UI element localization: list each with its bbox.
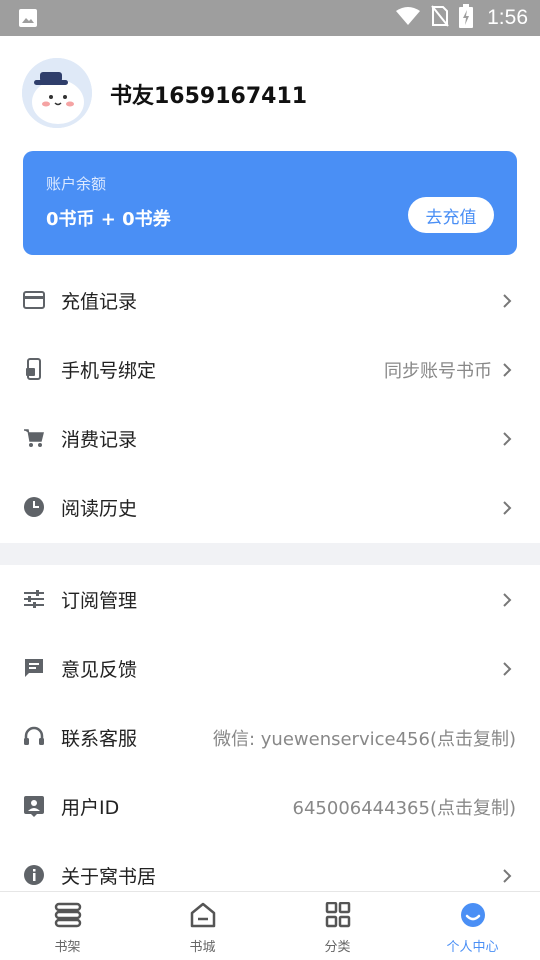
user-id-icon <box>23 795 45 817</box>
tab-label: 个人中心 <box>446 940 499 955</box>
clock-icon <box>23 496 45 518</box>
menu-group-account: 充值记录 手机号绑定 同步账号书币 消费记录 阅读历史 <box>0 266 540 542</box>
menu-label: 充值记录 <box>61 291 138 313</box>
headset-icon <box>23 726 45 748</box>
menu-label: 关于窝书居 <box>61 866 157 888</box>
tab-personal-center[interactable]: 个人中心 <box>405 892 540 960</box>
phone-lock-icon <box>23 358 45 380</box>
feedback-icon <box>23 657 45 679</box>
sliders-icon <box>23 588 45 610</box>
snowman-avatar-icon <box>22 58 92 128</box>
menu-group-service: 订阅管理 意见反馈 联系客服 微信: yuewenservice456(点击复制… <box>0 565 540 910</box>
wechat-contact-hint[interactable]: 微信: yuewenservice456(点击复制) <box>213 725 516 751</box>
home-icon <box>188 902 218 932</box>
image-icon <box>18 8 38 32</box>
user-id-value[interactable]: 645006444365(点击复制) <box>293 794 516 820</box>
menu-hint: 同步账号书币 <box>384 360 492 382</box>
grid-icon <box>323 901 353 932</box>
balance-card: 账户余额 0书币 + 0书券 去充值 <box>23 151 517 255</box>
bookshelf-icon <box>53 902 83 932</box>
battery-charging-icon <box>459 4 474 32</box>
chevron-right-icon <box>498 430 516 448</box>
menu-label: 用户ID <box>61 797 120 819</box>
chevron-right-icon <box>498 867 516 885</box>
credit-card-icon <box>23 289 45 311</box>
status-bar: 1:56 <box>0 0 540 36</box>
menu-label: 阅读历史 <box>61 498 138 520</box>
smile-icon <box>458 902 488 932</box>
menu-item-subscription[interactable]: 订阅管理 <box>0 565 540 634</box>
profile-header: 书友1659167411 <box>0 36 540 148</box>
tab-bookstore[interactable]: 书城 <box>135 892 270 960</box>
menu-item-consumption-records[interactable]: 消费记录 <box>0 404 540 473</box>
recharge-button[interactable]: 去充值 <box>408 197 494 233</box>
menu-label: 手机号绑定 <box>61 360 157 382</box>
chevron-right-icon <box>498 361 516 379</box>
bottom-tab-bar: 书架 书城 分类 个人中心 <box>0 891 540 960</box>
cart-icon <box>23 427 45 449</box>
chevron-right-icon <box>498 591 516 609</box>
avatar[interactable] <box>22 58 92 128</box>
tab-category[interactable]: 分类 <box>270 892 405 960</box>
no-sim-icon <box>431 5 449 31</box>
menu-label: 订阅管理 <box>61 590 138 612</box>
username: 书友1659167411 <box>110 84 308 109</box>
menu-label: 意见反馈 <box>61 659 138 681</box>
balance-value: 0书币 + 0书券 <box>46 209 171 230</box>
tab-label: 书城 <box>189 940 216 955</box>
menu-label: 消费记录 <box>61 429 138 451</box>
tab-bookshelf[interactable]: 书架 <box>0 892 135 960</box>
chevron-right-icon <box>498 660 516 678</box>
section-divider <box>0 543 540 565</box>
tab-label: 分类 <box>324 940 351 955</box>
menu-item-customer-service[interactable]: 联系客服 微信: yuewenservice456(点击复制) <box>0 703 540 772</box>
wifi-icon <box>395 6 421 30</box>
balance-label: 账户余额 <box>46 175 107 193</box>
menu-item-user-id[interactable]: 用户ID 645006444365(点击复制) <box>0 772 540 841</box>
menu-label: 联系客服 <box>61 728 138 750</box>
status-time: 1:56 <box>487 6 528 29</box>
menu-item-feedback[interactable]: 意见反馈 <box>0 634 540 703</box>
menu-item-reading-history[interactable]: 阅读历史 <box>0 473 540 542</box>
chevron-right-icon <box>498 292 516 310</box>
info-icon <box>23 864 45 886</box>
tab-label: 书架 <box>54 940 81 955</box>
chevron-right-icon <box>498 499 516 517</box>
menu-item-phone-binding[interactable]: 手机号绑定 同步账号书币 <box>0 335 540 404</box>
menu-item-recharge-records[interactable]: 充值记录 <box>0 266 540 335</box>
